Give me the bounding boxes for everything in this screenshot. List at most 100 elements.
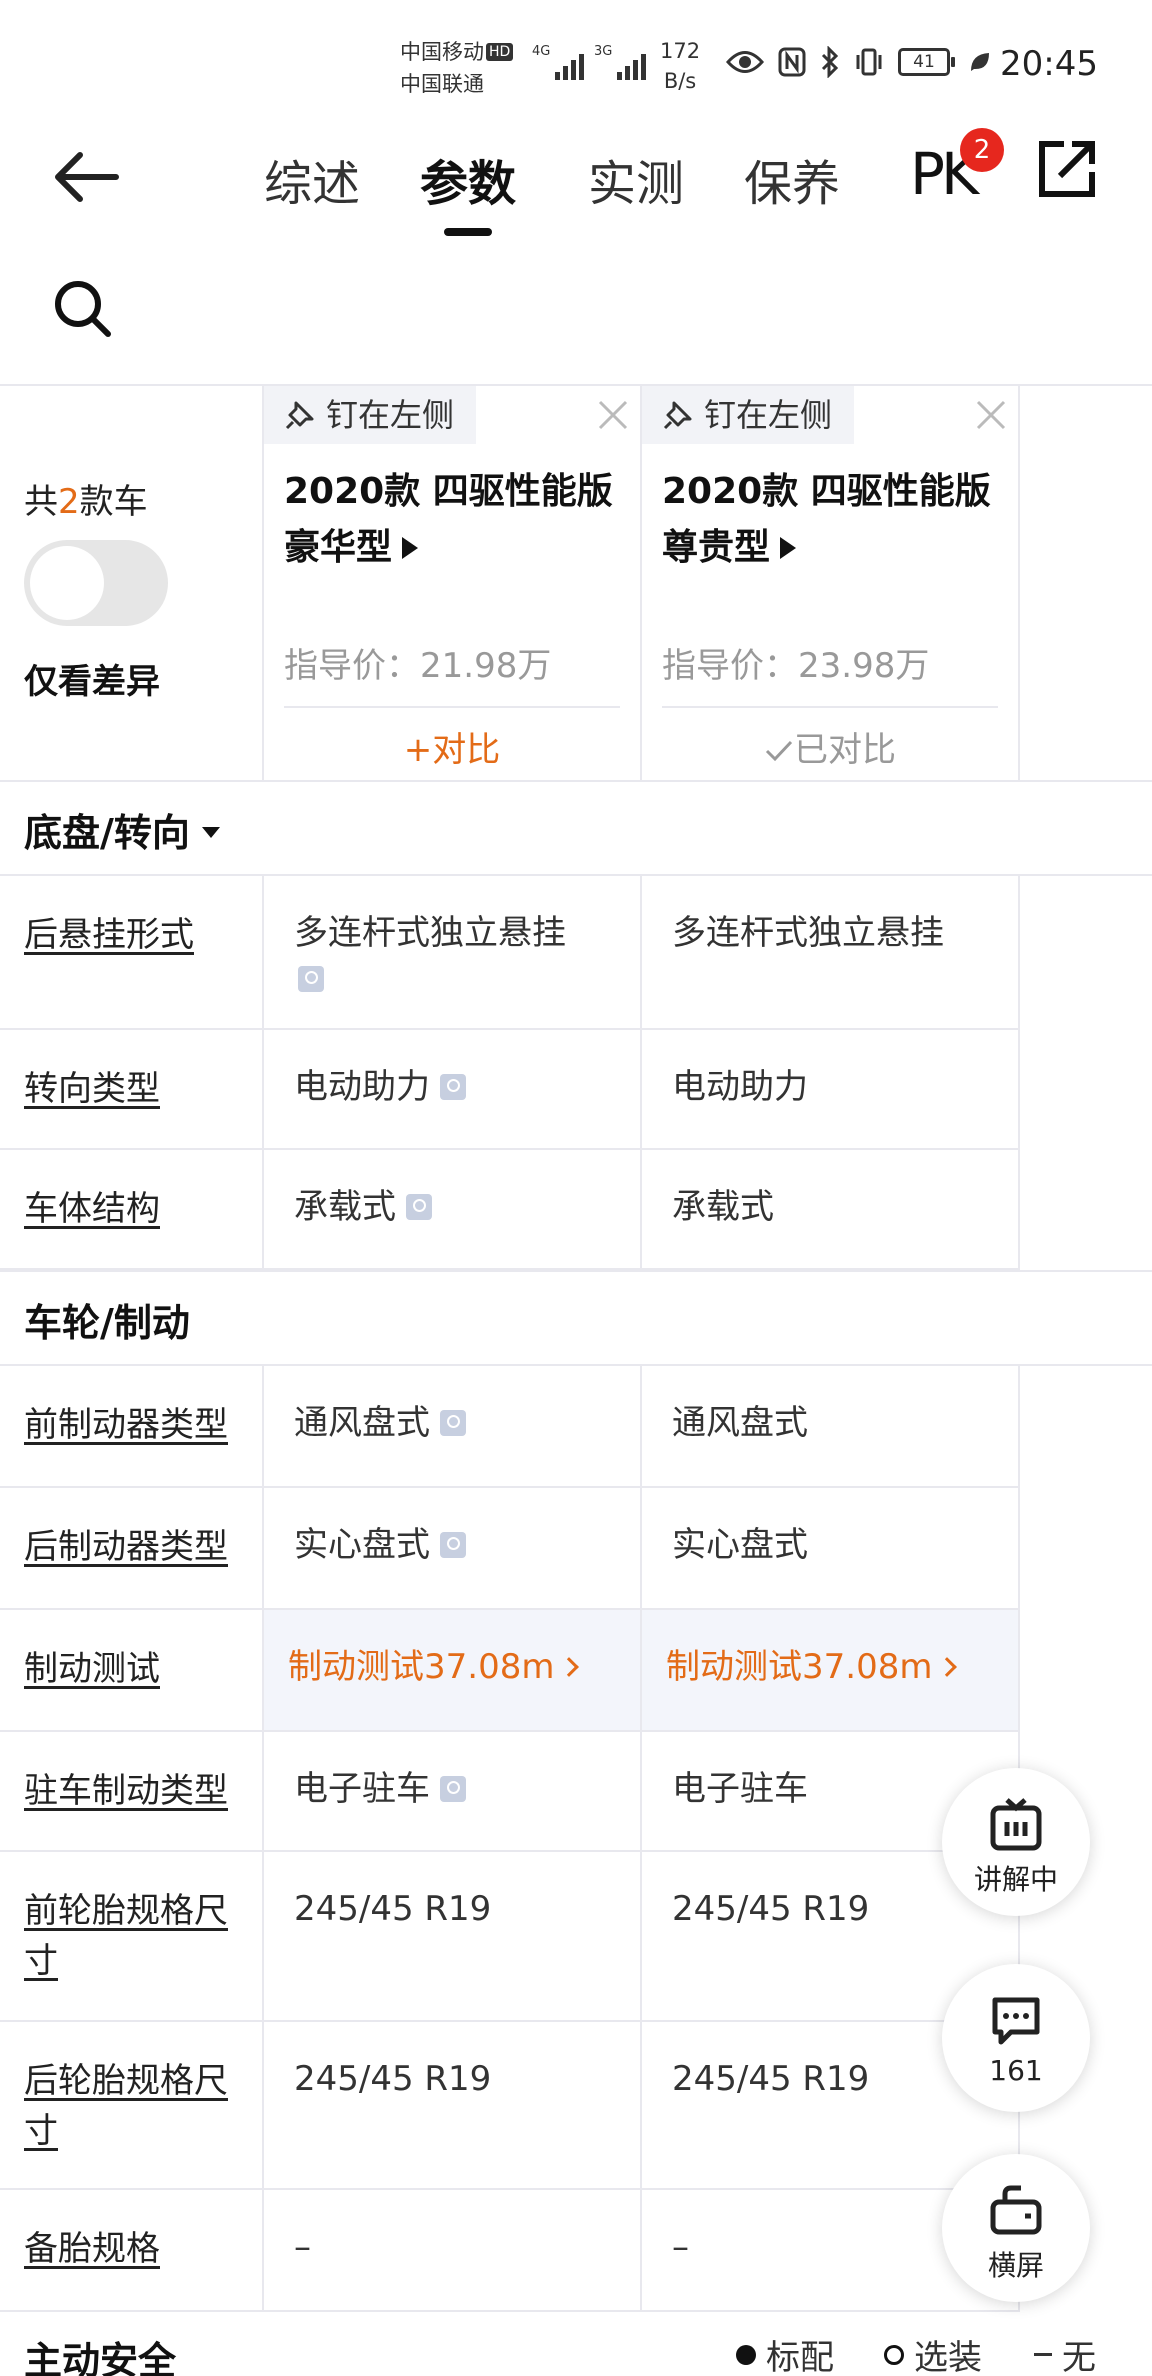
caret-down-icon [201, 827, 220, 838]
pin-left-button[interactable]: 钉在左侧 [642, 386, 855, 444]
info-icon[interactable] [298, 966, 324, 992]
table-row: 前制动器类型 通风盘式 通风盘式 [0, 1366, 1020, 1488]
car-price: 指导价：21.98万 [284, 646, 552, 686]
comments-button[interactable]: 161 [942, 1964, 1090, 2112]
car-column: 钉在左侧 2020款 四驱性能版豪华型 指导价：21.98万 +对比 [264, 386, 640, 780]
param-label[interactable]: 备胎规格 [24, 2224, 254, 2274]
check-icon [765, 740, 793, 762]
hollow-dot-icon [884, 2344, 904, 2365]
param-value: 承载式 [294, 1184, 634, 1230]
search-icon[interactable] [50, 276, 114, 340]
share-icon[interactable] [1036, 138, 1098, 200]
section-header[interactable]: 车轮/制动 [0, 1270, 1152, 1366]
only-diff-label: 仅看差异 [24, 662, 160, 702]
info-icon[interactable] [440, 1074, 466, 1100]
table-row: 后悬挂形式 多连杆式独立悬挂 多连杆式独立悬挂 [0, 876, 1020, 1030]
param-label[interactable]: 前制动器类型 [24, 1400, 254, 1450]
rotate-screen-icon [990, 2185, 1042, 2235]
info-icon[interactable] [440, 1776, 466, 1802]
chevron-right-icon [937, 1657, 958, 1677]
comment-icon [992, 1997, 1040, 2045]
compare-header: 共2款车 仅看差异 钉在左侧 2020款 四驱性能版豪华型 指导价：21.98万… [0, 384, 1152, 782]
param-label[interactable]: 车体结构 [24, 1184, 254, 1234]
param-value: 多连杆式独立悬挂 [294, 910, 634, 1002]
carrier-2: 中国联通 [400, 72, 484, 96]
battery-icon: 41 [898, 48, 955, 76]
param-label[interactable]: 制动测试 [24, 1644, 254, 1694]
brake-test-link[interactable]: 制动测试37.08m [666, 1644, 1006, 1690]
chevron-right-icon [559, 1657, 580, 1677]
table-row: 车体结构 承载式 承载式 [0, 1150, 1020, 1270]
nfc-icon [778, 47, 806, 77]
param-value: 承载式 [672, 1187, 774, 1227]
param-label[interactable]: 后制动器类型 [24, 1522, 254, 1572]
carrier-1: 中国移动 [400, 40, 484, 64]
car-price: 指导价：23.98万 [662, 646, 930, 686]
legend-optional: 选装 [884, 2330, 982, 2376]
bluetooth-icon [821, 46, 839, 78]
dash-icon [1034, 2353, 1052, 2356]
tab-params[interactable]: 参数 [420, 144, 516, 236]
carrier-info: 中国移动 HD 中国联通 [400, 36, 514, 100]
add-compare-button[interactable]: +对比 [264, 722, 640, 771]
table-row: 后轮胎规格尺寸 245/45 R19 245/45 R19 [0, 2022, 1020, 2190]
legend-none: 无 [1034, 2330, 1096, 2376]
param-value: 245/45 R19 [294, 1889, 492, 1929]
car-name[interactable]: 2020款 四驱性能版尊贵型 [662, 464, 1012, 576]
param-label[interactable]: 转向类型 [24, 1064, 254, 1114]
only-diff-toggle[interactable] [24, 540, 168, 626]
param-value: 多连杆式独立悬挂 [672, 913, 944, 953]
hd-badge: HD [486, 43, 514, 61]
param-label[interactable]: 驻车制动类型 [24, 1766, 254, 1816]
section-header[interactable]: 底盘/转向 [0, 782, 1152, 876]
network-speed: 172 B/s [660, 39, 701, 93]
param-value: 通风盘式 [672, 1403, 808, 1443]
play-triangle-icon [402, 537, 419, 559]
param-value: 电动助力 [294, 1064, 634, 1110]
param-label[interactable]: 后悬挂形式 [24, 910, 254, 960]
section-title: 底盘/转向 [24, 802, 220, 857]
eye-icon [726, 51, 764, 73]
car-column: 钉在左侧 2020款 四驱性能版尊贵型 指导价：23.98万 已对比 [642, 386, 1018, 780]
table-row: 备胎规格 – – [0, 2190, 1020, 2312]
table-row: 前轮胎规格尺寸 245/45 R19 245/45 R19 [0, 1852, 1020, 2022]
close-icon[interactable] [596, 398, 630, 432]
car-count: 共2款车 [24, 482, 148, 522]
param-value: 245/45 R19 [294, 2059, 492, 2099]
param-label[interactable]: 后轮胎规格尺寸 [24, 2056, 254, 2156]
section-title: 主动安全 [24, 2339, 177, 2376]
info-icon[interactable] [440, 1410, 466, 1436]
info-icon[interactable] [440, 1532, 466, 1558]
pin-icon [285, 401, 314, 430]
section-title: 车轮/制动 [24, 1301, 190, 1345]
table-row: 制动测试 制动测试37.08m 制动测试37.08m [0, 1610, 1020, 1732]
param-label[interactable]: 前轮胎规格尺寸 [24, 1886, 254, 1986]
tab-maintenance[interactable]: 保养 [744, 144, 840, 214]
pin-left-button[interactable]: 钉在左侧 [264, 386, 477, 444]
close-icon[interactable] [974, 398, 1008, 432]
car-name[interactable]: 2020款 四驱性能版豪华型 [284, 464, 634, 576]
param-value: – [294, 2227, 311, 2267]
tab-tests[interactable]: 实测 [588, 144, 684, 214]
param-value: 电子驻车 [294, 1766, 634, 1812]
signal-icon-1: 4G [532, 44, 585, 80]
signal-icon-2: 3G [594, 44, 647, 80]
pin-icon [663, 401, 692, 430]
tv-icon [990, 1798, 1042, 1851]
param-value: 电动助力 [672, 1067, 808, 1107]
vibrate-icon [856, 48, 882, 76]
status-bar: 中国移动 HD 中国联通 4G 3G 172 B/s 41 20:45 [0, 0, 1152, 120]
leaf-icon [971, 53, 989, 71]
pk-count-badge: 2 [960, 128, 1004, 172]
table-row: 后制动器类型 实心盘式 实心盘式 [0, 1488, 1020, 1610]
back-arrow-icon[interactable] [50, 150, 120, 204]
play-triangle-icon [780, 537, 797, 559]
filled-dot-icon [736, 2344, 756, 2365]
info-icon[interactable] [406, 1194, 432, 1220]
live-explain-button[interactable]: 讲解中 [942, 1768, 1090, 1916]
clock: 20:45 [1000, 44, 1098, 84]
brake-test-link[interactable]: 制动测试37.08m [288, 1644, 628, 1690]
compared-button[interactable]: 已对比 [642, 722, 1018, 771]
tab-overview[interactable]: 综述 [264, 144, 360, 214]
landscape-button[interactable]: 横屏 [942, 2154, 1090, 2302]
